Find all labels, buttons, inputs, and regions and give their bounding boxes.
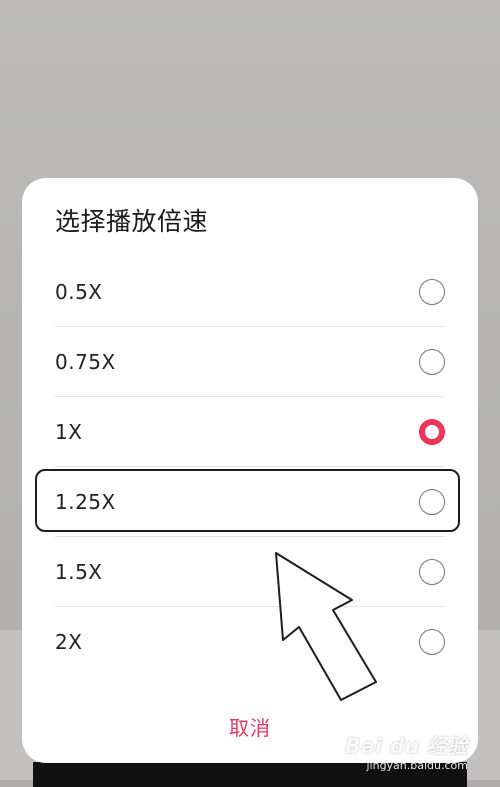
radio-unselected-icon[interactable]	[419, 349, 445, 375]
speed-option-2x[interactable]: 2X	[55, 607, 445, 677]
dialog-title: 选择播放倍速	[55, 207, 209, 236]
radio-unselected-icon[interactable]	[419, 279, 445, 305]
speed-option-1x[interactable]: 1X	[55, 397, 445, 467]
watermark-url: jingyan.baidu.com	[366, 759, 468, 772]
highlight-box	[35, 469, 460, 532]
speed-option-label: 2X	[55, 630, 83, 654]
speed-option-0-5x[interactable]: 0.5X	[55, 257, 445, 327]
radio-unselected-icon[interactable]	[419, 629, 445, 655]
watermark-logo: Bai du 经验	[345, 734, 468, 758]
radio-selected-icon[interactable]	[419, 419, 445, 445]
playback-speed-dialog: 选择播放倍速 0.5X 0.75X 1X 1.25X 1.5X 2X 取消	[22, 178, 478, 763]
speed-option-label: 0.5X	[55, 280, 103, 304]
speed-option-0-75x[interactable]: 0.75X	[55, 327, 445, 397]
speed-option-label: 1X	[55, 420, 83, 444]
speed-option-1-5x[interactable]: 1.5X	[55, 537, 445, 607]
radio-unselected-icon[interactable]	[419, 559, 445, 585]
speed-option-label: 0.75X	[55, 350, 116, 374]
watermark: Bai du 经验 jingyan.baidu.com	[345, 730, 468, 772]
speed-option-label: 1.5X	[55, 560, 103, 584]
